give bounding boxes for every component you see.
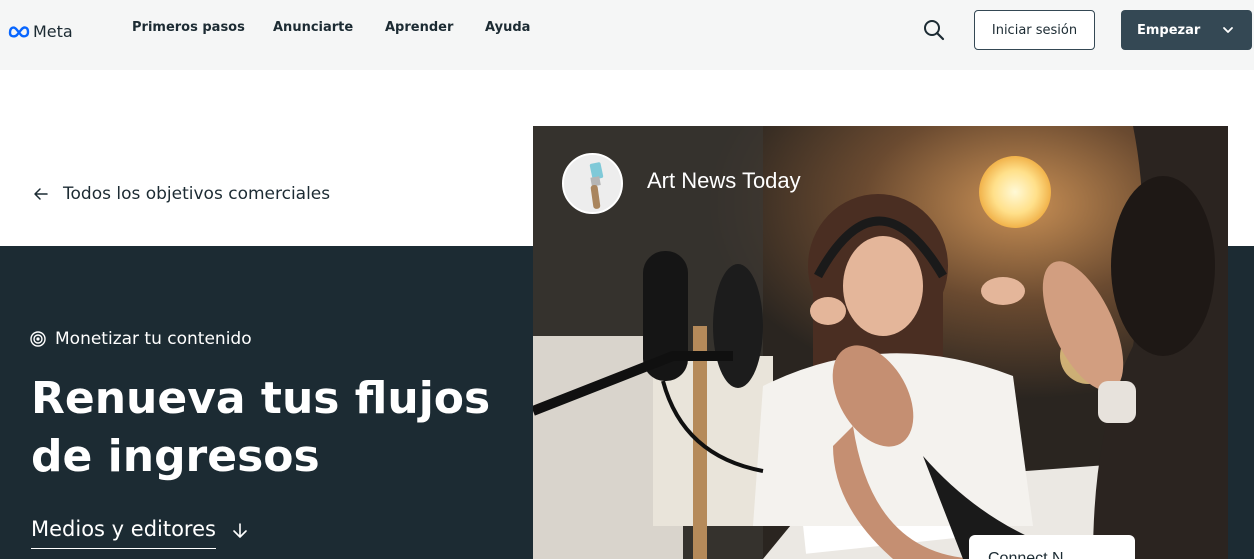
objective-label: Monetizar tu contenido	[30, 329, 252, 349]
login-button[interactable]: Iniciar sesión	[974, 10, 1095, 50]
start-button[interactable]: Empezar	[1121, 10, 1252, 50]
arrow-left-icon	[34, 188, 48, 200]
meta-logo-text: Meta	[33, 21, 73, 41]
search-button[interactable]	[922, 18, 946, 42]
start-button-label: Empezar	[1137, 22, 1201, 38]
site-header: Meta Primeros pasos Anunciarte Aprender …	[0, 0, 1254, 70]
sector-dropdown[interactable]: Medios y editores	[31, 517, 250, 549]
nav-ayuda[interactable]: Ayuda	[485, 20, 530, 35]
page-name-label: Art News Today	[647, 168, 801, 193]
target-icon	[30, 331, 46, 347]
nav-aprender[interactable]: Aprender	[385, 20, 453, 35]
search-icon	[924, 20, 945, 41]
back-to-objectives-link[interactable]: Todos los objetivos comerciales	[33, 184, 330, 204]
arrow-down-icon	[233, 523, 247, 538]
nav-anunciarte[interactable]: Anunciarte	[273, 20, 353, 35]
podcast-scene-image	[533, 126, 1228, 559]
sector-label: Medios y editores	[31, 517, 216, 549]
meta-logo[interactable]: Meta	[8, 19, 73, 43]
nav-primeros-pasos[interactable]: Primeros pasos	[132, 20, 245, 35]
connect-card: Connect N...	[969, 535, 1135, 559]
objective-text: Monetizar tu contenido	[55, 329, 252, 349]
chevron-down-icon	[1223, 27, 1233, 33]
meta-infinity-icon	[8, 26, 30, 38]
page-title: Renueva tus flujos de ingresos	[31, 373, 491, 482]
hero-photo: Art News Today Connect N...	[533, 126, 1228, 559]
page-avatar	[562, 153, 623, 214]
back-link-label: Todos los objetivos comerciales	[63, 184, 331, 204]
